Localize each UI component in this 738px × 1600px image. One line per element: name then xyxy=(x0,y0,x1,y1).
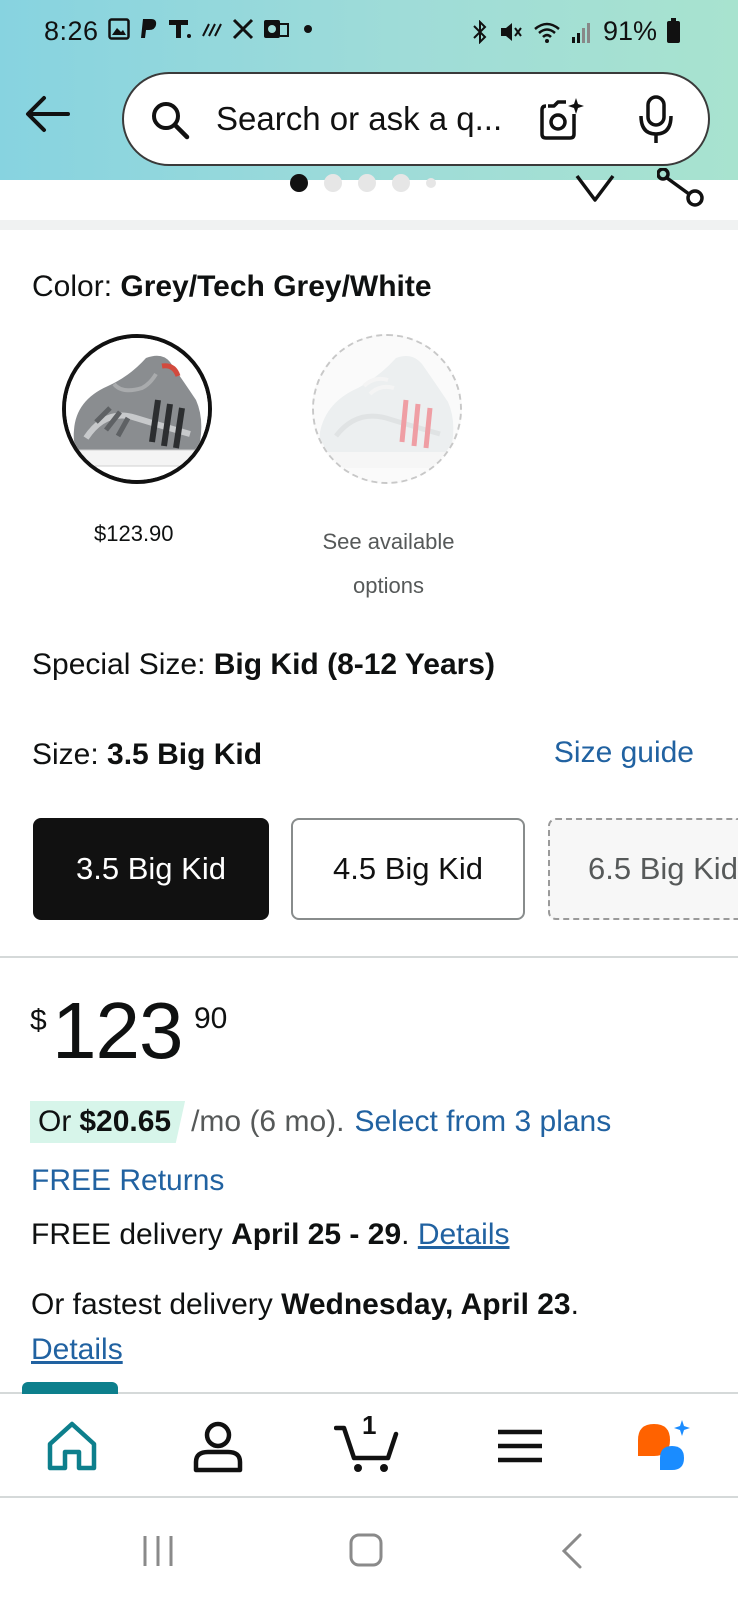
dot-icon xyxy=(304,25,312,33)
price-symbol: $ xyxy=(30,1004,47,1037)
search-bar[interactable]: Search or ask a q... xyxy=(122,72,710,166)
system-navigation-bar xyxy=(0,1498,738,1600)
delivery-details-link[interactable]: Details xyxy=(418,1218,510,1251)
color-swatch-grey[interactable] xyxy=(62,334,212,484)
carousel-dot[interactable] xyxy=(290,174,308,192)
fastest-suffix: . xyxy=(570,1288,579,1321)
size-value: 3.5 Big Kid xyxy=(107,738,263,771)
t-app-icon xyxy=(169,20,191,38)
app-header: 8:26 91% Search or ask a q... xyxy=(0,0,738,180)
price-whole: 123 xyxy=(52,986,183,1075)
color-swatch-white[interactable] xyxy=(312,334,462,484)
bluetooth-icon xyxy=(473,19,487,44)
color-label-prefix: Color: xyxy=(32,270,121,303)
carousel-dot[interactable] xyxy=(426,178,436,188)
special-size-label: Special Size: Big Kid (8-12 Years) xyxy=(32,648,495,682)
gallery-icon xyxy=(108,18,130,40)
shoe-thumbnail-white xyxy=(314,336,460,482)
account-icon[interactable] xyxy=(190,1418,246,1474)
delivery-prefix: FREE delivery xyxy=(31,1218,232,1251)
fastest-prefix: Or fastest delivery xyxy=(31,1288,282,1321)
swatch-price: $123.90 xyxy=(94,521,174,546)
camera-icon[interactable] xyxy=(538,96,586,144)
color-label: Color: Grey/Tech Grey/White xyxy=(32,270,432,304)
delivery-dates: April 25 - 29 xyxy=(231,1218,402,1251)
system-home-icon[interactable] xyxy=(348,1532,384,1568)
installment-offer: Or $20.65 /mo (6 mo). Select from 3 plan… xyxy=(30,1100,611,1144)
home-icon[interactable] xyxy=(44,1418,100,1474)
select-plans-link[interactable]: Select from 3 plans xyxy=(354,1105,611,1139)
carousel-dot[interactable] xyxy=(392,174,410,192)
price-fraction: 90 xyxy=(194,1002,228,1035)
paypal-icon xyxy=(141,19,157,38)
cart-count: 1 xyxy=(362,1410,377,1440)
carousel-dot[interactable] xyxy=(324,174,342,192)
share-icon[interactable] xyxy=(657,168,705,210)
size-guide-link[interactable]: Size guide xyxy=(554,736,694,770)
wifi-icon xyxy=(534,22,560,43)
size-option-3-5[interactable]: 3.5 Big Kid xyxy=(33,818,269,920)
delivery-info: FREE delivery April 25 - 29. Details xyxy=(31,1218,510,1252)
status-bar: 8:26 91% xyxy=(0,0,738,62)
status-time: 8:26 xyxy=(44,16,99,46)
cart-button[interactable]: 1 xyxy=(333,1410,400,1474)
size-option-6-5[interactable]: 6.5 Big Kid xyxy=(548,818,738,920)
mic-icon[interactable] xyxy=(636,94,676,146)
size-option-4-5[interactable]: 4.5 Big Kid xyxy=(291,818,525,920)
installment-prefix: Or xyxy=(38,1105,72,1138)
cell-signal-icon xyxy=(571,22,590,43)
color-value: Grey/Tech Grey/White xyxy=(120,270,432,303)
recent-apps-icon[interactable] xyxy=(141,1534,175,1568)
battery-icon xyxy=(667,17,680,43)
notification-icons xyxy=(108,18,312,40)
swatch-availability-note: See available options xyxy=(322,529,455,598)
bottom-nav: 1 xyxy=(0,1382,738,1498)
x-icon xyxy=(232,18,254,40)
active-tab-indicator xyxy=(22,1382,118,1394)
shoe-thumbnail-grey xyxy=(66,338,208,480)
fastest-details-link[interactable]: Details xyxy=(31,1333,123,1367)
special-size-value: Big Kid (8-12 Years) xyxy=(213,648,495,681)
installment-badge: Or $20.65 xyxy=(30,1101,186,1143)
carousel-dot[interactable] xyxy=(358,174,376,192)
outlook-icon xyxy=(264,20,289,38)
fastest-delivery-info: Or fastest delivery Wednesday, April 23. xyxy=(31,1288,579,1322)
wishlist-heart-icon[interactable] xyxy=(573,172,617,206)
mute-icon xyxy=(500,22,522,41)
menu-icon[interactable] xyxy=(492,1418,548,1474)
section-divider xyxy=(0,956,738,958)
size-label-prefix: Size: xyxy=(32,738,108,771)
search-input[interactable]: Search or ask a q... xyxy=(216,100,502,138)
installment-amount: $20.65 xyxy=(79,1105,172,1138)
battery-percent: 91% xyxy=(602,16,657,46)
free-returns-link[interactable]: FREE Returns xyxy=(31,1164,224,1198)
carousel-dots[interactable] xyxy=(290,174,436,192)
installment-term: /mo (6 mo). xyxy=(191,1105,345,1138)
size-label: Size: 3.5 Big Kid xyxy=(32,738,262,772)
delivery-separator: . xyxy=(401,1218,418,1251)
search-icon xyxy=(152,102,190,140)
system-status-icons: 91% xyxy=(471,16,680,47)
signal-app-icon xyxy=(202,23,222,37)
back-arrow-icon[interactable] xyxy=(24,94,70,134)
special-size-prefix: Special Size: xyxy=(32,648,214,681)
rufus-icon[interactable] xyxy=(634,1418,694,1474)
system-back-icon[interactable] xyxy=(560,1532,584,1570)
fastest-date: Wednesday, April 23 xyxy=(281,1288,571,1321)
